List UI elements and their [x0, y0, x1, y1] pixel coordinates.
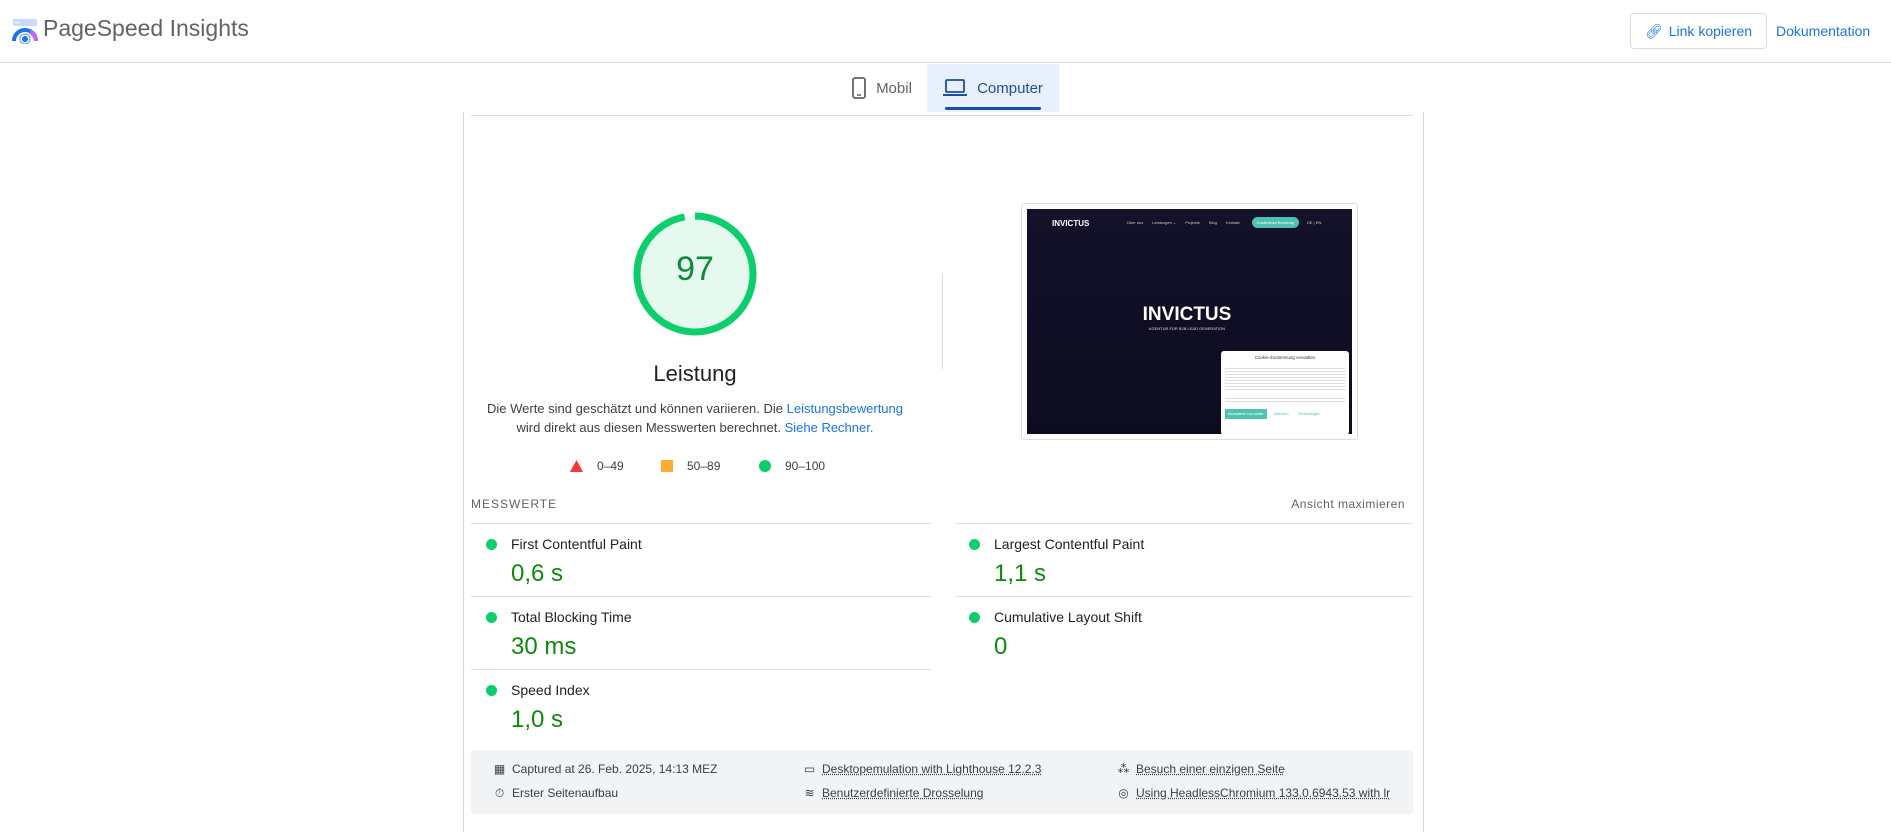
- metric-value: 0: [994, 633, 1007, 661]
- pass-dot-icon: [969, 539, 980, 550]
- documentation-link[interactable]: Dokumentation: [1776, 23, 1870, 39]
- pass-circle-icon: [759, 460, 771, 472]
- pagespeed-logo-icon: [12, 18, 38, 44]
- tab-mobile[interactable]: Mobil: [838, 64, 926, 112]
- tab-desktop[interactable]: Computer: [927, 64, 1059, 112]
- divider: [955, 523, 1413, 524]
- chrome-icon: ◎: [1117, 787, 1130, 800]
- app-title: PageSpeed Insights: [43, 15, 249, 42]
- preview-hero: INVICTUS: [1087, 304, 1287, 326]
- fail-triangle-icon: [570, 460, 583, 472]
- session-info[interactable]: ⁂ Besuch einer einzigen Seite: [1117, 762, 1285, 776]
- divider: [471, 523, 931, 524]
- preview-brand: INVICTUS: [1052, 219, 1089, 228]
- pass-dot-icon: [486, 612, 497, 623]
- calendar-icon: ▦: [493, 763, 506, 776]
- legend-fail: 0–49: [597, 459, 624, 473]
- metric-value: 1,0 s: [511, 706, 563, 734]
- screenshot-image: INVICTUS Über uns Leistungen ⌄ Projekte Blo…: [1027, 209, 1352, 434]
- stopwatch-icon: ⏱︎: [493, 787, 506, 800]
- score-label: Leistung: [471, 361, 919, 387]
- divider: [471, 596, 931, 597]
- calculator-link[interactable]: Siehe Rechner.: [785, 420, 874, 435]
- metric-name: Total Blocking Time: [511, 609, 632, 625]
- wifi-icon: ≋: [803, 787, 816, 800]
- metric-name: Speed Index: [511, 682, 590, 698]
- divider: [955, 596, 1413, 597]
- link-icon: 🔗︎: [1645, 23, 1663, 40]
- load-info: ⏱︎ Erster Seitenaufbau: [493, 786, 618, 800]
- nodes-icon: ⁂: [1117, 763, 1130, 776]
- captured-info: ▦ Captured at 26. Feb. 2025, 14:13 MEZ: [493, 762, 717, 776]
- divider: [471, 115, 1413, 116]
- metric-name: Largest Contentful Paint: [994, 536, 1144, 552]
- metric-value: 1,1 s: [994, 560, 1046, 588]
- pass-dot-icon: [969, 612, 980, 623]
- top-header: PageSpeed Insights 🔗︎ Link kopieren Dokum…: [0, 0, 1891, 63]
- preview-cta: Kostenlose Beratung: [1252, 217, 1299, 228]
- pass-dot-icon: [486, 539, 497, 550]
- browser-info[interactable]: ◎ Using HeadlessChromium 133.0.6943.53 wi…: [1117, 786, 1390, 800]
- run-info-footer: [471, 750, 1413, 814]
- preview-lang: DE | EN: [1307, 220, 1321, 225]
- vertical-divider: [942, 273, 943, 369]
- emulation-info[interactable]: ▭ Desktopemulation with Lighthouse 12.2.3: [803, 762, 1041, 776]
- legend-average: 50–89: [687, 459, 720, 473]
- throttling-info[interactable]: ≋ Benutzerdefinierte Drosselung: [803, 786, 983, 800]
- tab-label: Computer: [977, 80, 1043, 97]
- average-square-icon: [661, 460, 673, 472]
- metric-name: First Contentful Paint: [511, 536, 642, 552]
- preview-nav: Über uns Leistungen ⌄ Projekte Blog Kontakt: [1127, 220, 1240, 225]
- devices-icon: ▭: [803, 763, 816, 776]
- copy-link-button[interactable]: 🔗︎ Link kopieren: [1630, 13, 1767, 49]
- phone-icon: [852, 77, 866, 99]
- divider: [471, 669, 931, 670]
- pass-dot-icon: [486, 685, 497, 696]
- score-description-2: wird direkt aus diesen Messwerten berech…: [471, 420, 919, 435]
- preview-subtitle: AGENTUR FÜR B2B LEAD GENERATION: [1087, 326, 1287, 331]
- tab-label: Mobil: [876, 80, 912, 97]
- metric-name: Cumulative Layout Shift: [994, 609, 1142, 625]
- expand-view-toggle[interactable]: Ansicht maximieren: [1200, 497, 1405, 511]
- laptop-icon: [943, 79, 967, 97]
- legend-pass: 90–100: [785, 459, 825, 473]
- scoring-link[interactable]: Leistungsbewertung: [787, 401, 903, 416]
- page-screenshot[interactable]: INVICTUS Über uns Leistungen ⌄ Projekte Blo…: [1021, 203, 1358, 440]
- performance-score: 97: [631, 250, 759, 289]
- metrics-heading: MESSWERTE: [471, 497, 557, 511]
- metric-value: 0,6 s: [511, 560, 563, 588]
- metric-value: 30 ms: [511, 633, 576, 661]
- preview-cookie-dialog: Cookie-Zustimmung verwalten Akzeptieren …: [1221, 351, 1349, 434]
- score-description: Die Werte sind geschätzt und können vari…: [471, 401, 919, 416]
- copy-link-label: Link kopieren: [1669, 23, 1752, 39]
